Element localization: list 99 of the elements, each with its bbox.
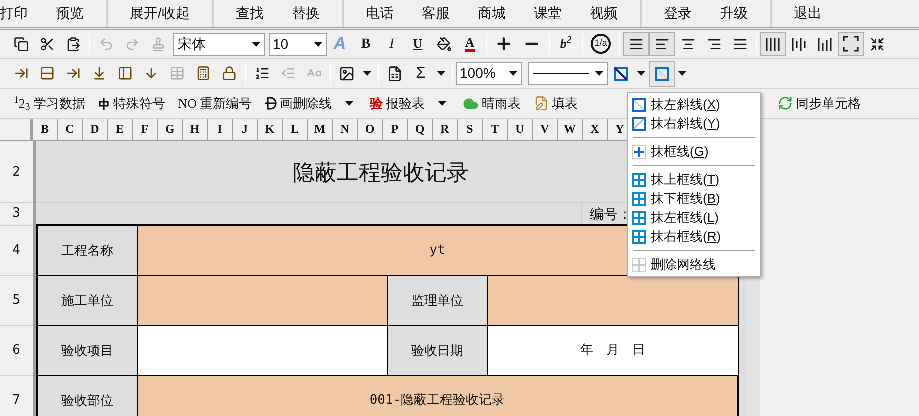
value-cell: 001-隐蔽工程验收记录 [138,376,737,416]
column-header[interactable]: Q [408,119,433,140]
label-icon: NO [178,94,198,114]
dropdown-caret-icon[interactable] [595,71,604,76]
column-header[interactable]: D [83,119,108,140]
line-style-select[interactable] [528,62,608,85]
border-icon [655,66,669,80]
column-header[interactable]: K [258,119,283,140]
font-name: 宋体 [178,34,207,54]
dropdown-caret-icon[interactable] [437,71,446,76]
form-icon [534,96,550,111]
menu-item[interactable]: 升级 [706,3,762,24]
sum-button[interactable]: Σ [408,62,434,86]
sync-icon [778,96,793,111]
grid-border-icon [632,230,646,244]
label-icon: 验 [370,94,384,114]
toolbar-text-button[interactable]: 同步单元格 [778,94,861,114]
superscript-button[interactable]: b$^{2}$ [553,32,579,56]
column-header[interactable]: M [308,119,333,140]
menu-item[interactable]: 课堂 [520,3,576,24]
dropdown-caret-icon[interactable] [678,71,687,76]
zoom-value: 100% [460,64,497,83]
row-header[interactable]: 5 [0,276,33,326]
column-header[interactable]: R [433,119,458,140]
menu-item[interactable]: 客服 [408,3,464,24]
grid-border-icon [632,210,646,224]
column-header[interactable]: L [283,119,308,140]
paragraph-icon[interactable] [623,32,649,56]
dropdown-caret-icon[interactable] [363,71,372,76]
grid-border-icon [632,192,646,206]
font-color-button[interactable]: A [457,32,483,56]
column-header[interactable]: W [558,119,583,140]
menu-item[interactable]: 视频 [576,3,632,24]
font-size-select[interactable]: 10 [269,32,327,56]
grid-border-icon [632,98,646,112]
column-header[interactable]: C [58,119,83,140]
row-header[interactable]: 3 [0,203,33,226]
dropdown-caret-icon[interactable] [345,101,354,106]
border-button[interactable] [649,60,675,86]
menu-item[interactable]: 商城 [464,3,520,24]
column-header[interactable]: N [333,119,358,140]
toolbar-text-button[interactable]: 晴雨表 [463,94,522,114]
column-header[interactable]: E [108,119,133,140]
column-header[interactable]: G [158,119,183,140]
toolbar-text-button[interactable]: $^{1}$2$_{3}$ 学习数据 [14,94,86,114]
column-header[interactable]: O [358,119,383,140]
toolbar-text-button[interactable]: 画删除线 [265,94,332,114]
dropdown-caret-icon[interactable] [314,42,323,46]
vertical-lines-icon[interactable] [760,32,786,56]
column-header[interactable]: I [208,119,233,140]
font-select[interactable]: 宋体 [173,32,265,56]
toolbar-text-button[interactable]: 特殊符号 [98,94,166,114]
column-header[interactable]: S [458,119,483,140]
menu-item[interactable]: 登录 [650,3,706,24]
italic-button[interactable]: I [379,32,405,56]
dropdown-caret-icon[interactable] [509,71,518,76]
row-header[interactable]: 7 [0,376,33,416]
menu-item[interactable]: 预览 [42,3,98,24]
font-size: 10 [273,34,290,54]
column-header[interactable]: X [583,119,608,140]
value-cell: 年 月 日 [488,326,738,375]
column-header[interactable]: V [533,119,558,140]
grid-border-icon [632,144,646,158]
line-sample-icon [533,72,592,75]
column-header[interactable]: F [133,119,158,140]
toolbar-text-button[interactable]: NO 重新编号 [178,94,252,114]
column-header[interactable]: J [233,119,258,140]
grid-border-icon [632,116,646,130]
dropdown-caret-icon[interactable] [637,71,646,76]
align-left-icon[interactable] [649,32,675,56]
menu-item[interactable]: 查找 [222,3,278,24]
special-symbol-icon [98,96,110,110]
menu-item[interactable]: 抹左斜线(X) [628,95,760,114]
dropdown-caret-icon[interactable] [438,101,448,106]
row-header[interactable]: 2 [0,143,33,203]
column-header[interactable]: U [508,119,533,140]
bold-button[interactable]: B [353,32,379,56]
fit-icon[interactable] [838,32,864,56]
menu-item[interactable]: 打印 [0,3,42,24]
menu-item[interactable]: 退出 [780,3,836,24]
row-header[interactable]: 4 [0,226,33,276]
label-icon: $^{1}$2$_{3}$ [14,94,30,114]
column-header[interactable]: B [33,119,58,140]
underline-button[interactable]: U [405,32,431,56]
menu-item[interactable]: 电话 [352,3,408,24]
column-header[interactable]: T [483,119,508,140]
toolbar-text-button[interactable]: 验 报验表 [370,94,426,114]
grid-border-icon [632,258,646,272]
menu-item[interactable]: 展开/收起 [116,3,204,24]
toolbar-text-button[interactable]: 填表 [534,94,578,114]
column-header[interactable]: H [183,119,208,140]
menu-item[interactable]: 替换 [278,3,334,24]
column-header[interactable]: P [383,119,408,140]
dropdown-caret-icon[interactable] [252,42,261,46]
cloud-icon [463,96,480,112]
row-header[interactable]: 6 [0,326,33,376]
strikethrough-icon [265,97,278,110]
zoom-select[interactable]: 100% [456,62,522,85]
grid-border-icon [632,172,646,186]
